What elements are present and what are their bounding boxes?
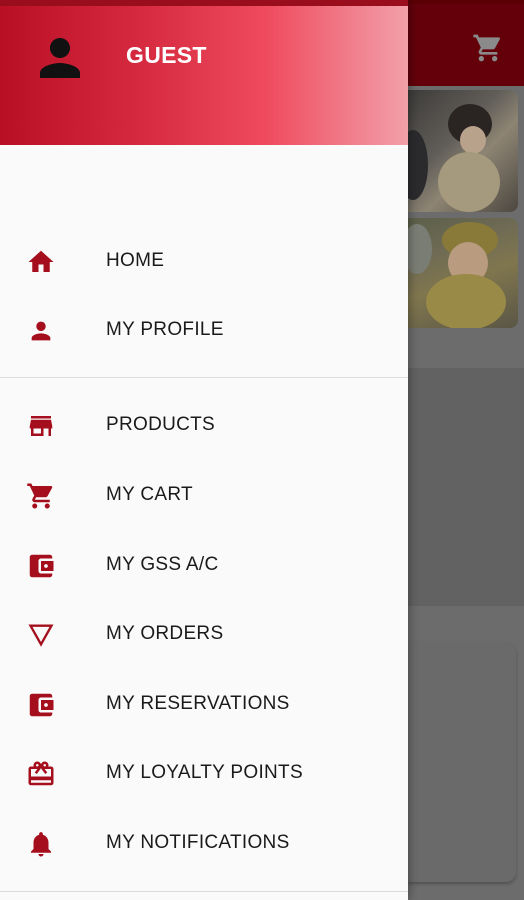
menu-item-label: MY PROFILE [106, 319, 224, 340]
wallet-icon [24, 691, 58, 719]
banner-images [408, 88, 518, 328]
banner-image[interactable] [408, 218, 518, 328]
menu-divider [0, 377, 408, 378]
menu-item-my-reservations[interactable]: MY RESERVATIONS [0, 670, 408, 740]
person-icon [24, 317, 58, 345]
banner-image[interactable] [408, 90, 518, 212]
gift-card-icon [24, 760, 58, 788]
wallet-icon [24, 552, 58, 580]
menu-item-label: MY LOYALTY POINTS [106, 762, 303, 783]
menu-item-my-orders[interactable]: MY ORDERS [0, 600, 408, 670]
menu-item-my-notifications[interactable]: MY NOTIFICATIONS [0, 809, 408, 879]
home-icon [24, 248, 58, 276]
menu-item-label: HOME [106, 250, 165, 271]
menu-item-my-profile[interactable]: MY PROFILE [0, 296, 408, 366]
menu-item-label: MY ORDERS [106, 623, 224, 644]
bell-icon [24, 830, 58, 858]
store-icon [24, 412, 58, 440]
menu-divider [0, 891, 408, 892]
drawer-header: GUEST [0, 0, 408, 145]
person-icon [40, 38, 80, 78]
menu-item-my-loyalty-points[interactable]: MY LOYALTY POINTS [0, 739, 408, 809]
menu-item-label: MY GSS A/C [106, 554, 219, 575]
menu-item-my-cart[interactable]: MY CART [0, 461, 408, 531]
menu-item-label: PRODUCTS [106, 414, 216, 435]
content-card [408, 368, 524, 606]
menu-item-label: MY RESERVATIONS [106, 693, 290, 714]
menu-item-label: MY CART [106, 484, 193, 505]
triangle-down-icon [24, 621, 58, 649]
content-card [408, 642, 516, 882]
cart-icon [24, 482, 58, 510]
navigation-drawer: GUEST HOME MY PROFILE PRODUCTS MY CART M… [0, 0, 408, 900]
menu-item-home[interactable]: HOME [0, 227, 408, 297]
menu-item-label: MY NOTIFICATIONS [106, 832, 290, 853]
user-name: GUEST [126, 42, 207, 68]
menu-item-my-gss-ac[interactable]: MY GSS A/C [0, 531, 408, 601]
menu-item-products[interactable]: PRODUCTS [0, 391, 408, 461]
cart-icon[interactable] [472, 32, 504, 64]
